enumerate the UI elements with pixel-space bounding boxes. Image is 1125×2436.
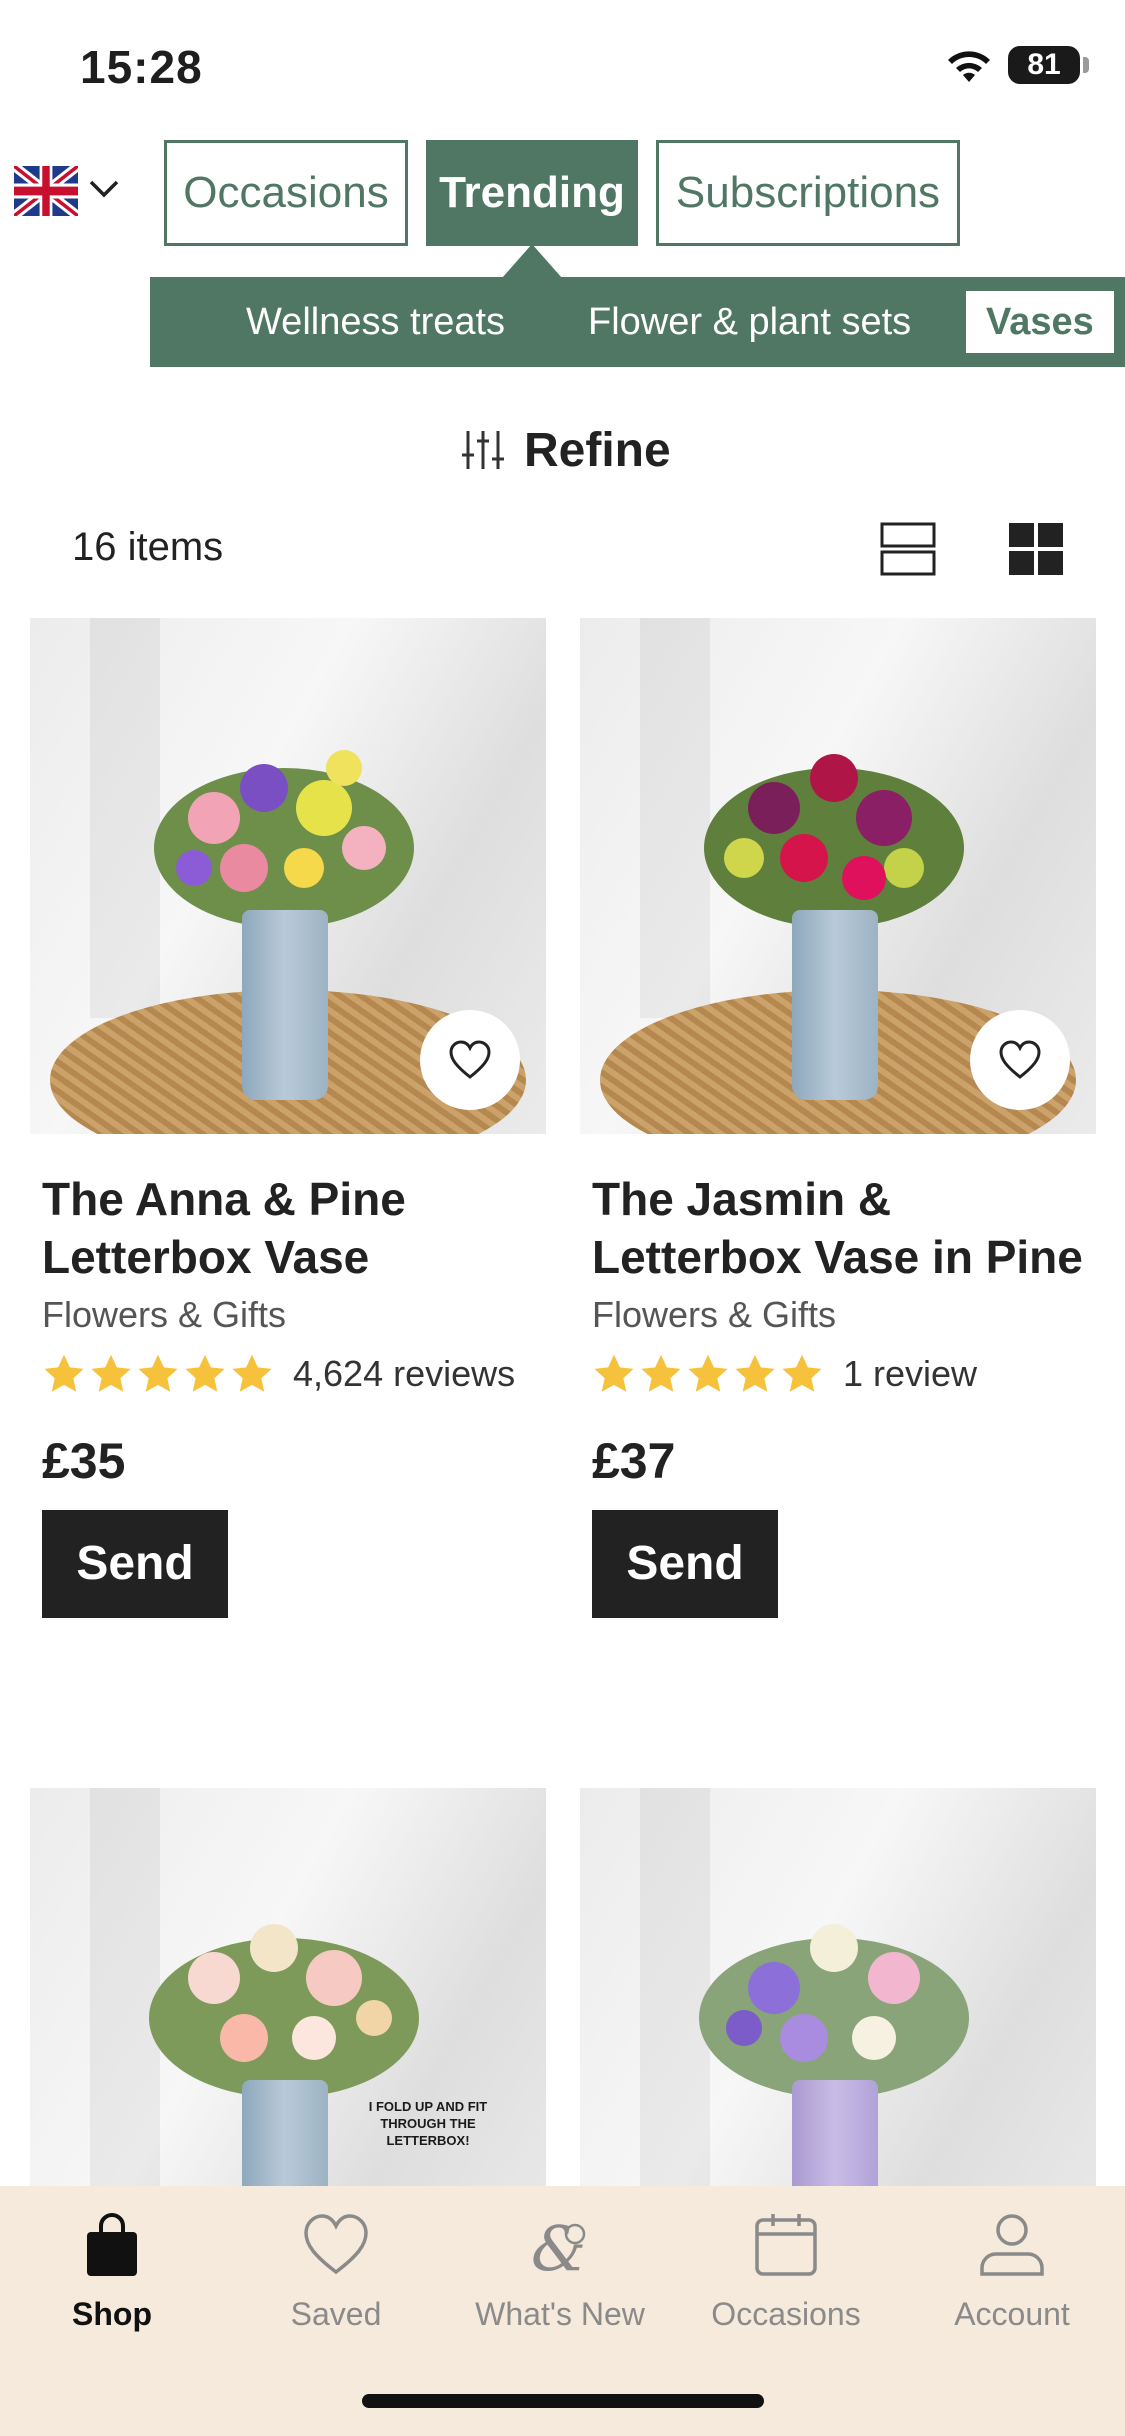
letterbox-note: I FOLD UP AND FIT THROUGH THE LETTERBOX! — [368, 2099, 488, 2148]
vase — [242, 910, 328, 1100]
nav-occasions[interactable]: Occasions — [686, 2210, 886, 2333]
product-category: Flowers & Gifts — [42, 1294, 287, 1335]
product-image[interactable] — [580, 618, 1096, 1134]
product-category: Flowers & Gifts — [592, 1294, 837, 1335]
product-card[interactable]: The Anna & Pine Letterbox Vase Flowers &… — [30, 618, 546, 1618]
star-icon — [594, 1354, 634, 1392]
product-image[interactable] — [30, 618, 546, 1134]
heart-icon — [304, 2214, 368, 2275]
nav-label: Occasions — [711, 2296, 861, 2332]
bouquet-illustration — [704, 754, 964, 928]
grid-view-icon[interactable] — [1008, 522, 1064, 576]
tab-trending[interactable]: Trending — [426, 140, 638, 246]
star-icon — [44, 1354, 84, 1392]
review-count[interactable]: 4,624 reviews — [293, 1353, 515, 1395]
star-icon — [782, 1354, 822, 1392]
person-icon — [980, 2214, 1044, 2276]
subcategory-wellness-treats[interactable]: Wellness treats — [246, 277, 505, 367]
rating-row: 1 review — [580, 1350, 1096, 1398]
subcategory-bar[interactable]: t Wellness treats Flower & plant sets Va… — [150, 277, 1125, 367]
nav-whats-new[interactable]: & What's New — [460, 2210, 660, 2333]
tab-occasions[interactable]: Occasions — [164, 140, 408, 246]
product-price: £37 — [592, 1433, 676, 1489]
status-bar: 15:28 81 — [0, 0, 1125, 135]
star-icon — [185, 1354, 225, 1392]
product-card[interactable]: The Jasmin & Letterbox Vase in Pine Flow… — [580, 618, 1096, 1618]
review-count[interactable]: 1 review — [843, 1353, 977, 1395]
heart-icon — [449, 1040, 491, 1079]
nav-label: Saved — [290, 2296, 382, 2332]
save-favorite-button[interactable] — [420, 1010, 520, 1110]
star-icon — [688, 1354, 728, 1392]
wifi-icon — [948, 51, 990, 82]
subcategory-vases[interactable]: Vases — [966, 291, 1114, 353]
status-time: 15:28 — [80, 41, 203, 93]
bouquet-illustration — [149, 1924, 419, 2098]
send-button[interactable]: Send — [42, 1510, 228, 1618]
refine-button[interactable]: Refine — [460, 420, 671, 480]
nav-shop[interactable]: Shop — [12, 2210, 212, 2333]
product-price: £35 — [42, 1433, 126, 1489]
battery-indicator: 81 — [1008, 46, 1080, 84]
star-icon — [735, 1354, 775, 1392]
list-view-icon[interactable] — [880, 522, 936, 576]
nav-label: Account — [954, 2296, 1070, 2332]
shopping-bag-icon — [87, 2213, 137, 2276]
star-icon — [138, 1354, 178, 1392]
star-icon — [232, 1354, 272, 1392]
vase — [792, 910, 878, 1100]
send-button[interactable]: Send — [592, 1510, 778, 1618]
star-icon — [641, 1354, 681, 1392]
nav-label: What's New — [475, 2296, 645, 2332]
tab-subscriptions[interactable]: Subscriptions — [656, 140, 960, 246]
subcategory-flower-plant-sets[interactable]: Flower & plant sets — [588, 277, 911, 367]
heart-icon — [999, 1040, 1041, 1079]
nav-account[interactable]: Account — [912, 2210, 1112, 2333]
nav-saved[interactable]: Saved — [236, 2210, 436, 2333]
calendar-icon — [755, 2214, 817, 2276]
bouquet-illustration — [154, 750, 414, 928]
bouquet-illustration — [699, 1924, 969, 2098]
sliders-icon — [462, 431, 504, 469]
battery-nub — [1083, 57, 1089, 73]
nav-label: Shop — [72, 2296, 152, 2332]
rating-row: 4,624 reviews — [30, 1350, 546, 1398]
star-icon — [91, 1354, 131, 1392]
product-title[interactable]: The Anna & Pine Letterbox Vase — [30, 1170, 546, 1286]
active-tab-pointer — [502, 244, 562, 278]
ampersand-flower-icon: & — [531, 2212, 586, 2280]
refine-label: Refine — [524, 423, 671, 477]
uk-flag-icon[interactable] — [14, 166, 78, 216]
home-indicator — [362, 2394, 764, 2408]
save-favorite-button[interactable] — [970, 1010, 1070, 1110]
items-count: 16 items — [72, 525, 224, 569]
product-title[interactable]: The Jasmin & Letterbox Vase in Pine — [580, 1170, 1096, 1286]
chevron-down-icon[interactable] — [88, 178, 120, 200]
svg-text:&: & — [531, 2212, 586, 2280]
